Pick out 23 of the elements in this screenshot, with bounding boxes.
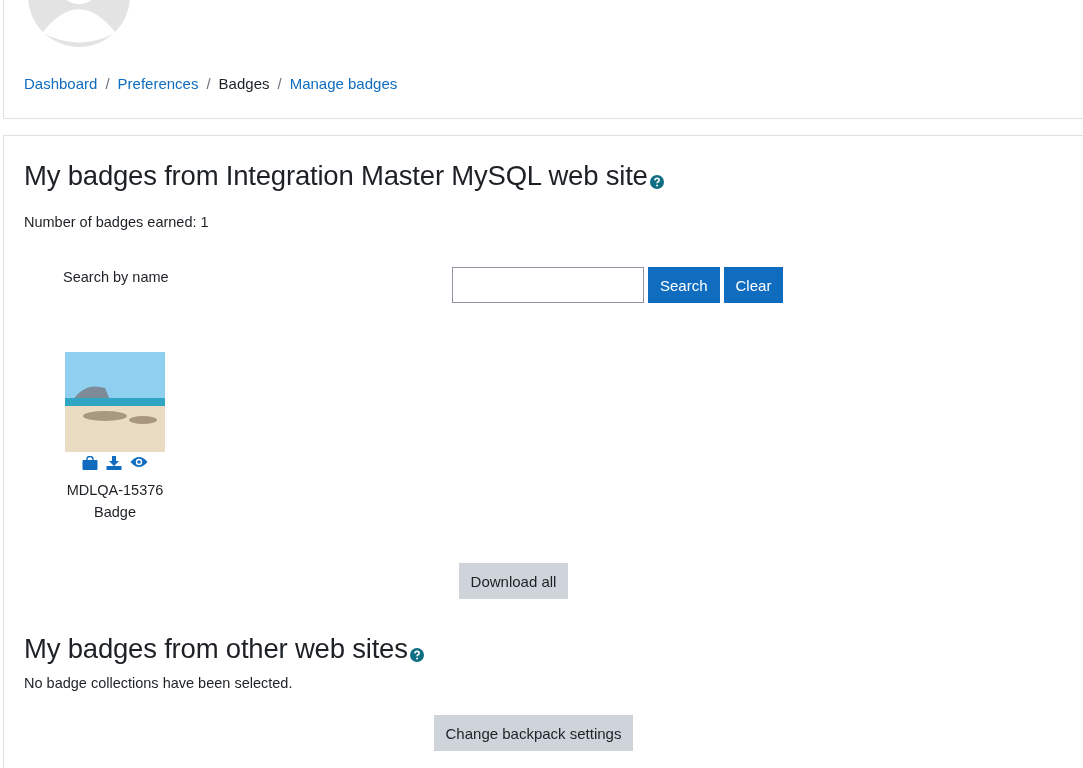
breadcrumb-separator: / xyxy=(277,75,282,92)
download-icon[interactable] xyxy=(106,456,122,470)
breadcrumb-link[interactable]: Dashboard xyxy=(24,75,98,92)
help-icon[interactable] xyxy=(409,648,424,662)
breadcrumb-separator: / xyxy=(105,75,110,92)
no-collections-text: No badge collections have been selected. xyxy=(24,675,294,691)
eye-icon[interactable] xyxy=(130,456,148,468)
section-heading: My badges from Integration Master MySQL web site xyxy=(24,159,648,193)
bag-icon[interactable] xyxy=(82,456,98,470)
clear-button[interactable]: Clear xyxy=(723,267,784,303)
badge-name[interactable]: MDLQA-15376 Badge xyxy=(60,479,170,523)
help-icon[interactable] xyxy=(649,175,664,189)
download-all-button[interactable]: Download all xyxy=(458,563,569,599)
badge-count-text: Number of badges earned: 1 xyxy=(24,213,210,232)
breadcrumb-link[interactable]: Manage badges xyxy=(289,75,398,92)
section-heading: My badges from other web sites xyxy=(24,632,408,666)
breadcrumb-link[interactable]: Preferences xyxy=(117,75,199,92)
breadcrumb-current: Badges xyxy=(218,75,270,92)
backpack-settings-button[interactable]: Change backpack settings xyxy=(433,715,634,751)
search-button[interactable]: Search xyxy=(648,267,720,303)
search-field[interactable] xyxy=(452,267,644,303)
search-label: Search by name xyxy=(62,268,170,287)
breadcrumb-separator: / xyxy=(206,75,211,92)
